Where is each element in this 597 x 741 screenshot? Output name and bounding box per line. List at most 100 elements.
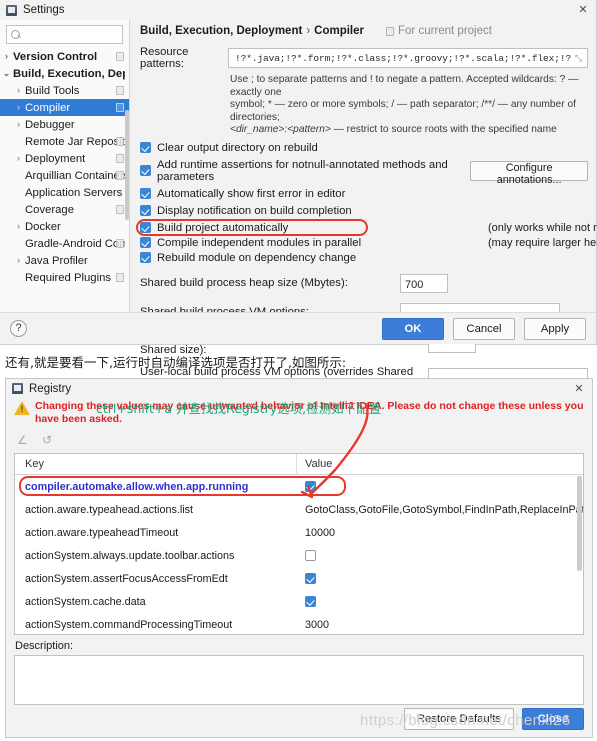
option-label[interactable]: Build project automatically [157,222,288,234]
table-row[interactable]: actionSystem.cache.data [15,590,583,613]
table-row[interactable]: actionSystem.assertFocusAccessFromEdt [15,567,583,590]
chevron-icon[interactable]: › [12,82,25,99]
sidebar-item-debugger[interactable]: › Debugger [0,116,129,133]
search-box[interactable] [6,25,123,44]
registry-close-icon[interactable]: ✕ [572,382,586,396]
apply-button[interactable]: Apply [524,317,586,340]
registry-value[interactable] [297,573,583,585]
table-row[interactable]: compiler.automake.allow.when.app.running [15,475,583,498]
chevron-icon[interactable]: › [12,252,25,269]
registry-key: actionSystem.always.update.toolbar.actio… [25,549,235,562]
sidebar-item-arquillian-containers[interactable]: Arquillian Containers [0,167,129,184]
cancel-button[interactable]: Cancel [453,317,515,340]
field-label: Shared build process heap size (Mbytes): [140,277,348,290]
table-row[interactable]: actionSystem.always.update.toolbar.actio… [15,544,583,567]
description-label: Description: [15,640,74,652]
value-checkbox-icon[interactable] [305,596,316,608]
option-label[interactable]: Clear output directory on rebuild [157,142,318,154]
settings-close-icon[interactable]: ✕ [576,3,590,17]
sidebar-scrollbar[interactable] [125,110,129,220]
sidebar-item-coverage[interactable]: Coverage [0,201,129,218]
value-checkbox-icon[interactable] [305,573,316,585]
registry-title: Registry [29,382,72,395]
sidebar-item-version-control[interactable]: › Version Control [0,48,129,65]
screenshot-root: Settings ✕ › Version Control ⌄ Build, Execu… [0,0,597,741]
description-box[interactable] [14,655,584,705]
sidebar-item-build-execution-deployt[interactable]: ⌄Build, Execution, Deployt [0,65,129,82]
checkbox-icon[interactable] [140,222,151,234]
option-label[interactable]: Display notification on build completion [157,205,352,217]
settings-main-panel: Build, Execution, Deployment › Compiler … [130,20,597,390]
edit-icon[interactable]: ∠ [17,433,30,447]
sidebar-item-label: Deployment [25,152,86,165]
chevron-icon[interactable]: › [0,48,13,65]
registry-value[interactable] [297,481,583,493]
value-checkbox-icon[interactable] [305,550,316,562]
registry-value[interactable]: 10000 [297,527,583,539]
project-badge-icon [116,171,124,180]
sidebar-item-application-servers[interactable]: Application Servers [0,184,129,201]
field-input-wrap[interactable] [400,273,448,294]
resource-patterns-row: Resource patterns: ⤡ [140,46,588,70]
checkbox-icon[interactable] [140,165,151,177]
option-row: Build project automatically (only works w… [136,218,597,236]
project-badge-icon [116,86,124,95]
project-badge-icon [116,137,124,146]
chevron-icon[interactable]: › [12,99,25,116]
sidebar-item-label: Compiler [25,101,71,114]
checkbox-icon[interactable] [140,142,151,154]
registry-table-scrollbar[interactable] [577,476,582,571]
revert-icon[interactable]: ↺ [42,433,55,447]
checkbox-icon[interactable] [140,188,151,200]
annotation-text: ctrl+shift+a 并查找找Registry选项,检测如下配置 [96,401,382,416]
registry-key: actionSystem.assertFocusAccessFromEdt [25,572,228,585]
warning-icon [14,401,30,415]
sidebar-item-label: Java Profiler [25,254,88,267]
option-label[interactable]: Automatically show first error in editor [157,188,345,200]
configure-annotations-button[interactable]: Configure annotations... [470,160,588,186]
resource-patterns-field[interactable]: ⤡ [228,48,588,68]
registry-key: actionSystem.commandProcessingTimeout [25,618,233,631]
compiler-options-list: Clear output directory on rebuild Add run… [136,142,597,264]
ok-button[interactable]: OK [382,317,444,340]
search-input[interactable] [22,27,118,42]
sidebar-item-remote-jar-reposito[interactable]: Remote Jar Reposito [0,133,129,150]
chevron-icon[interactable]: › [12,150,25,167]
resource-patterns-hint: Use ; to separate patterns and ! to nega… [230,74,588,137]
checkbox-icon[interactable] [140,237,151,249]
table-row[interactable]: actionSystem.commandProcessingTimeout 300… [15,613,583,634]
checkbox-icon[interactable] [140,205,151,217]
sidebar-item-compiler[interactable]: › Compiler [0,99,129,116]
help-button[interactable]: ? [10,320,27,337]
registry-value[interactable] [297,550,583,562]
project-badge-icon [116,103,124,112]
option-label[interactable]: Compile independent modules in parallel [157,237,361,249]
registry-value[interactable]: 3000 [297,619,583,631]
resource-patterns-input[interactable] [233,51,573,65]
table-row[interactable]: action.aware.typeaheadTimeout 10000 [15,521,583,544]
sidebar-item-deployment[interactable]: › Deployment [0,150,129,167]
sidebar-item-required-plugins[interactable]: Required Plugins [0,269,129,286]
sidebar-item-docker[interactable]: › Docker [0,218,129,235]
sidebar-item-build-tools[interactable]: › Build Tools [0,82,129,99]
option-label[interactable]: Rebuild module on dependency change [157,252,356,264]
settings-tree: ›Version Control⌄Build, Execution, Deplo… [0,48,129,286]
chevron-icon[interactable]: › [12,218,25,235]
chevron-icon[interactable]: › [12,116,25,133]
sidebar-item-gradle-android-com[interactable]: Gradle-Android Com [0,235,129,252]
chevron-icon[interactable]: ⌄ [0,65,13,82]
table-row[interactable]: action.aware.typeahead.actions.list GotoC… [15,498,583,521]
registry-value[interactable]: GotoClass,GotoFile,GotoSymbol,FindInPath… [297,504,583,516]
project-scope-label: For current project [398,25,492,37]
checkbox-icon[interactable] [140,252,151,264]
sidebar-item-label: Gradle-Android Com [25,237,125,250]
option-label[interactable]: Add runtime assertions for notnull-annot… [157,159,456,183]
sidebar-item-java-profiler[interactable]: › Java Profiler [0,252,129,269]
registry-value[interactable] [297,596,583,608]
sidebar-item-label: Remote Jar Reposito [25,135,125,148]
registry-key: compiler.automake.allow.when.app.running [25,480,249,493]
sidebar-item-label: Required Plugins [25,271,112,284]
value-checkbox-icon[interactable] [305,481,316,493]
field-input[interactable] [401,276,447,294]
expand-icon[interactable]: ⤡ [575,54,584,63]
